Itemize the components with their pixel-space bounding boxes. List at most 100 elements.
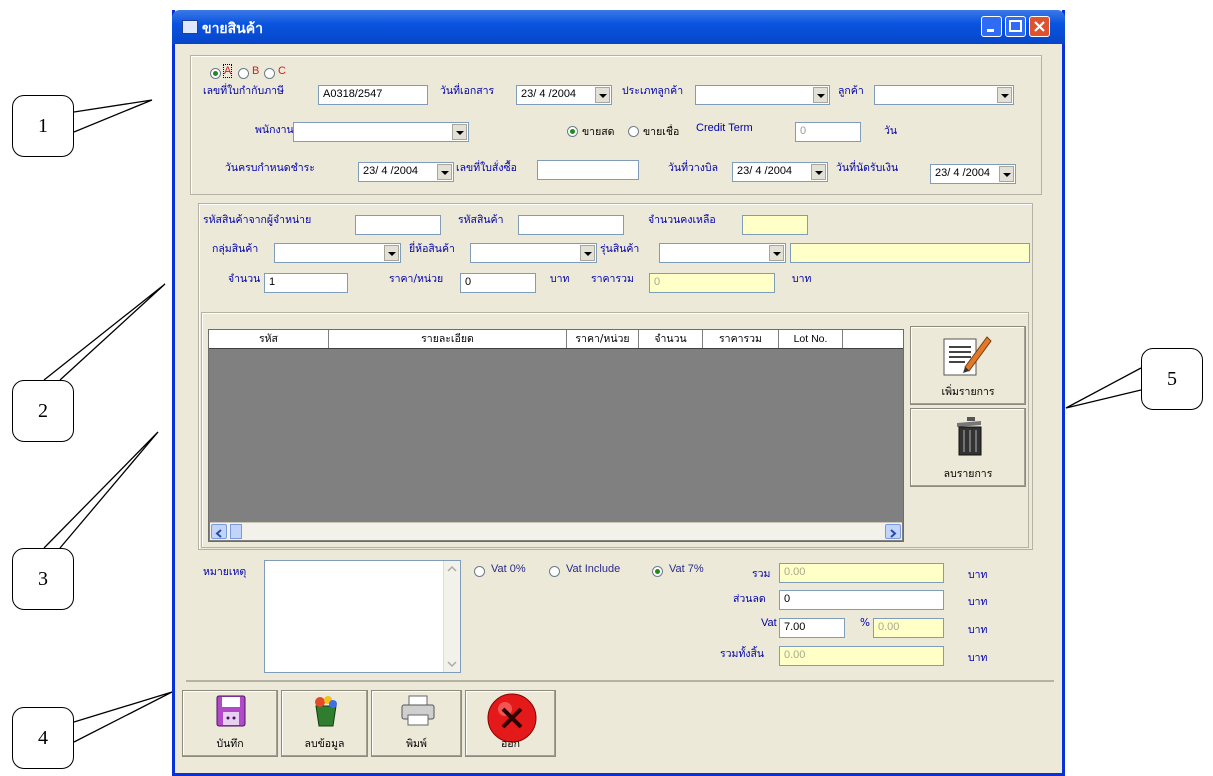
sum-baht-label: บาท	[968, 569, 988, 581]
billing-date-picker[interactable]: 23/ 4 /2004	[732, 162, 828, 182]
chevron-down-icon[interactable]	[452, 124, 467, 140]
clear-data-button[interactable]: ลบข้อมูล	[281, 690, 368, 757]
po-field[interactable]	[537, 160, 639, 180]
window-title: ขายสินค้า	[202, 21, 263, 37]
product-group-select[interactable]	[274, 243, 401, 263]
minimize-icon	[987, 29, 994, 32]
chevron-down-icon[interactable]	[437, 164, 452, 180]
doc-date-picker[interactable]: 23/ 4 /2004	[516, 85, 612, 105]
doc-date-value: 23/ 4 /2004	[521, 88, 577, 100]
chevron-down-icon[interactable]	[997, 87, 1012, 103]
vat-7-radio[interactable]	[652, 566, 663, 577]
discount-field[interactable]: 0	[779, 590, 944, 610]
close-button[interactable]	[1029, 16, 1050, 37]
tax-type-label-b: B	[252, 65, 260, 77]
grid-header: รหัส รายละเอียด ราคา/หน่วย จำนวน ราคารวม…	[209, 330, 903, 349]
vat-baht-label: บาท	[968, 624, 988, 636]
vat-0-label: Vat 0%	[491, 563, 526, 575]
chevron-down-icon[interactable]	[999, 166, 1014, 182]
maximize-icon	[1009, 20, 1022, 32]
brand-select[interactable]	[470, 243, 597, 263]
tax-invoice-label: เลขที่ใบกำกับภาษี	[203, 85, 284, 97]
chevron-down-icon[interactable]	[769, 245, 784, 261]
discount-baht-label: บาท	[968, 596, 988, 608]
grid-col-unit-price[interactable]: ราคา/หน่วย	[567, 330, 639, 348]
chevron-down-icon[interactable]	[595, 87, 610, 103]
grid-col-description[interactable]: รายละเอียด	[329, 330, 567, 348]
minimize-button[interactable]	[981, 16, 1002, 37]
qty-label: จำนวน	[228, 273, 261, 285]
tax-type-label-c: C	[278, 65, 286, 77]
chevron-down-icon[interactable]	[384, 245, 399, 261]
credit-term-field[interactable]: 0	[795, 122, 861, 142]
product-code-field[interactable]	[518, 215, 624, 235]
model-select[interactable]	[659, 243, 786, 263]
grid-col-code[interactable]: รหัส	[209, 330, 329, 348]
days-label: วัน	[884, 125, 898, 137]
scroll-thumb[interactable]	[230, 524, 242, 539]
customer-select[interactable]	[874, 85, 1014, 105]
print-button[interactable]: พิมพ์	[371, 690, 462, 757]
qty-field[interactable]: 1	[264, 273, 348, 293]
employee-select[interactable]	[293, 122, 469, 142]
grid-col-qty[interactable]: จำนวน	[639, 330, 703, 348]
items-grid[interactable]: รหัส รายละเอียด ราคา/หน่วย จำนวน ราคารวม…	[208, 329, 904, 542]
tax-type-radio-b[interactable]	[238, 68, 249, 79]
grand-total-field: 0.00	[779, 646, 944, 666]
tax-invoice-field[interactable]: A0318/2547	[318, 85, 428, 105]
maximize-button[interactable]	[1005, 16, 1026, 37]
vat-0-radio[interactable]	[474, 566, 485, 577]
grid-col-total[interactable]: ราคารวม	[703, 330, 779, 348]
chevron-left-icon	[215, 529, 222, 538]
due-date-label: วันครบกำหนดชำระ	[225, 162, 315, 174]
model-label: รุ่นสินค้า	[600, 243, 640, 255]
chevron-down-icon[interactable]	[811, 164, 826, 180]
grid-col-lot[interactable]: Lot No.	[779, 330, 843, 348]
unit-price-field[interactable]: 0	[460, 273, 536, 293]
chevron-up-icon[interactable]	[446, 564, 458, 574]
employee-label: พนักงาน	[255, 124, 294, 136]
vat-include-label: Vat Include	[566, 563, 621, 575]
product-group-label: กลุ่มสินค้า	[212, 243, 259, 255]
scroll-right-button[interactable]	[885, 524, 901, 539]
scroll-left-button[interactable]	[211, 524, 227, 539]
vat-percent-label: %	[860, 617, 870, 629]
supplier-code-field[interactable]	[355, 215, 441, 235]
chevron-right-icon	[890, 529, 897, 538]
note-vertical-scrollbar[interactable]	[443, 561, 460, 672]
payment-date-picker[interactable]: 23/ 4 /2004	[930, 164, 1016, 184]
exit-button[interactable]: ออก	[465, 690, 556, 757]
credit-term-label: Credit Term	[696, 122, 753, 134]
vat-rate-field[interactable]: 7.00	[779, 618, 845, 638]
stock-label: จำนวนคงเหลือ	[648, 214, 716, 226]
sale-credit-radio[interactable]	[628, 126, 639, 137]
due-date-picker[interactable]: 23/ 4 /2004	[358, 162, 454, 182]
total-baht-label: บาท	[792, 273, 812, 285]
delete-item-button[interactable]: ลบรายการ	[910, 408, 1026, 487]
save-button[interactable]: บันทึก	[182, 690, 278, 757]
chevron-down-icon[interactable]	[813, 87, 828, 103]
note-label: หมายเหตุ	[203, 566, 247, 578]
product-code-label: รหัสสินค้า	[458, 214, 504, 226]
customer-type-select[interactable]	[695, 85, 830, 105]
tax-type-radio-a[interactable]	[210, 68, 221, 79]
chevron-down-icon[interactable]	[580, 245, 595, 261]
add-item-label: เพิ่มรายการ	[941, 386, 995, 398]
tax-type-radio-c[interactable]	[264, 68, 275, 79]
po-label: เลขที่ใบสั่งซื้อ	[456, 162, 517, 174]
unit-price-label: ราคา/หน่วย	[389, 273, 444, 285]
chevron-down-icon[interactable]	[446, 659, 458, 669]
printer-icon	[401, 695, 435, 726]
grid-horizontal-scrollbar[interactable]	[210, 522, 902, 540]
sum-label: รวม	[752, 568, 771, 580]
note-textarea[interactable]	[264, 560, 461, 673]
add-item-button[interactable]: เพิ่มรายการ	[910, 326, 1026, 405]
vat-include-radio[interactable]	[549, 566, 560, 577]
unit-price-baht-label: บาท	[550, 273, 570, 285]
payment-date-label: วันที่นัดรับเงิน	[836, 162, 899, 174]
sale-cash-radio[interactable]	[567, 126, 578, 137]
recycle-bin-icon	[315, 696, 337, 727]
vat-amount-field: 0.00	[873, 618, 944, 638]
close-icon	[1034, 21, 1045, 32]
stock-field	[742, 215, 808, 235]
